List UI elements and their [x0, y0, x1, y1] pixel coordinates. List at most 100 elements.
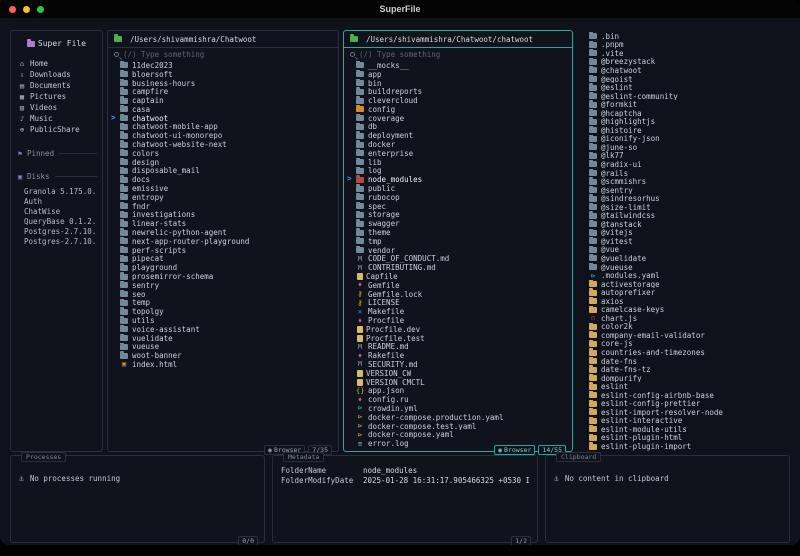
file-row[interactable]: > coverage	[344, 113, 572, 123]
file-row[interactable]: > ⚷ LICENSE	[344, 299, 572, 308]
disk-item[interactable]: Granola 5.175.0...	[16, 187, 97, 197]
file-row[interactable]: > eslint-config-prettier	[577, 399, 790, 408]
file-row[interactable]: > @vue	[577, 245, 790, 254]
file-row[interactable]: > × Makefile	[344, 307, 572, 316]
disk-item[interactable]: Postgres-2.7.10...	[16, 227, 97, 237]
file-row[interactable]: > perf-scripts	[108, 245, 338, 255]
file-row[interactable]: > chatwoot-website-next	[108, 140, 338, 149]
file-row[interactable]: > ⊳ docker-compose.test.yaml	[344, 422, 572, 431]
file-row[interactable]: > rubocop	[344, 192, 572, 202]
file-row[interactable]: > company-email-validator	[577, 331, 790, 340]
file-row[interactable]: > enterprise	[344, 148, 572, 158]
file-row[interactable]: > M README.md	[344, 343, 572, 352]
file-row[interactable]: > node_modules	[344, 175, 572, 184]
file-row[interactable]: > bloersoft	[108, 69, 338, 79]
file-row[interactable]: > ⚷ Gemfile.lock	[344, 290, 572, 299]
file-row[interactable]: > docker	[344, 140, 572, 149]
file-row[interactable]: > .vite	[577, 49, 790, 58]
file-row[interactable]: > spec	[344, 201, 572, 211]
disk-item[interactable]: Postgres-2.7.10...	[16, 237, 97, 247]
file-row[interactable]: > chatwoot-mobile-app	[108, 122, 338, 131]
file-row[interactable]: > tmp	[344, 236, 572, 246]
file-row[interactable]: > swagger	[344, 219, 572, 228]
file-row[interactable]: > axios	[577, 296, 790, 306]
sidebar-item-pictures[interactable]: ▦ Pictures	[16, 91, 97, 102]
file-row[interactable]: > campfire	[108, 87, 338, 96]
file-row[interactable]: > prosemirror-schema	[108, 272, 338, 281]
file-row[interactable]: > newrelic-python-agent	[108, 228, 338, 237]
sidebar-item-home[interactable]: ⌂ Home	[16, 58, 97, 69]
file-row[interactable]: > autoprefixer	[577, 288, 790, 297]
file-row[interactable]: > @tailwindcss	[577, 211, 790, 220]
sidebar-item-publicshare[interactable]: ⊕ PublicShare	[16, 124, 97, 135]
file-row[interactable]: > M CODE_OF_CONDUCT.md	[344, 255, 572, 264]
file-row[interactable]: > M CONTRIBUTING.md	[344, 263, 572, 272]
file-row[interactable]: > @sindresorhus	[577, 194, 790, 203]
file-row[interactable]: > colors	[108, 148, 338, 158]
file-row[interactable]: > ♦ config.ru	[344, 395, 572, 404]
search-bar[interactable]: (/) Type something	[108, 48, 338, 61]
file-row[interactable]: > fndr	[108, 201, 338, 211]
sidebar-item-videos[interactable]: ▥ Videos	[16, 102, 97, 113]
file-row[interactable]: > docs	[108, 175, 338, 184]
file-row[interactable]: > @vuelidate	[577, 254, 790, 263]
file-row[interactable]: > date-fns-tz	[577, 365, 790, 374]
file-row[interactable]: > ♦ Gemfile	[344, 281, 572, 290]
file-row[interactable]: > app	[344, 69, 572, 79]
file-row[interactable]: > seo	[108, 289, 338, 299]
file-row[interactable]: > chatwoot-ui-monorepo	[108, 131, 338, 140]
sidebar-item-downloads[interactable]: ⇩ Downloads	[16, 69, 97, 80]
file-row[interactable]: > @formkit	[577, 100, 790, 109]
file-row[interactable]: > chatwoot	[108, 113, 338, 123]
file-row[interactable]: > VERSION_CW	[344, 369, 572, 378]
file-row[interactable]: > @breezystack	[577, 57, 790, 66]
file-row[interactable]: > log	[344, 166, 572, 175]
file-row[interactable]: > investigations	[108, 210, 338, 219]
file-row[interactable]: > dompurify	[577, 373, 790, 382]
disk-item[interactable]: QueryBase 0.1.2...	[16, 217, 97, 227]
file-row[interactable]: > temp	[108, 298, 338, 307]
file-row[interactable]: > eslint-config-airbnb-base	[577, 390, 790, 400]
file-row[interactable]: > ⊳ .modules.yaml	[577, 271, 790, 280]
file-row[interactable]: > @chatwoot	[577, 66, 790, 75]
file-row[interactable]: > Procfile.test	[344, 334, 572, 343]
file-row[interactable]: > emissive	[108, 184, 338, 193]
file-row[interactable]: > @vueuse	[577, 262, 790, 271]
file-row[interactable]: > entropy	[108, 192, 338, 202]
file-row[interactable]: > @eslint-community	[577, 91, 790, 100]
file-row[interactable]: > casa	[108, 104, 338, 114]
file-row[interactable]: > countries-and-timezones	[577, 348, 790, 357]
file-row[interactable]: > {} app.json	[344, 386, 572, 395]
file-row[interactable]: > ♦ Procfile	[344, 316, 572, 325]
file-row[interactable]: > config	[344, 104, 572, 114]
file-row[interactable]: > activestorage	[577, 279, 790, 288]
file-row[interactable]: > sentry	[108, 280, 338, 290]
file-row[interactable]: > @vitejs	[577, 228, 790, 237]
file-row[interactable]: > captain	[108, 96, 338, 105]
file-row[interactable]: > .pnpm	[577, 40, 790, 49]
file-row[interactable]: > eslint-plugin-import	[577, 442, 790, 451]
file-row[interactable]: > n chart.js	[577, 314, 790, 323]
file-row[interactable]: > eslint	[577, 382, 790, 391]
file-row[interactable]: > buildreports	[344, 87, 572, 96]
file-row[interactable]: > lib	[344, 157, 572, 167]
file-row[interactable]: > public	[344, 184, 572, 193]
file-row[interactable]: > clevercloud	[344, 96, 572, 105]
file-row[interactable]: > ⊳ crowdin.yml	[344, 404, 572, 413]
file-row[interactable]: > db	[344, 122, 572, 131]
file-row[interactable]: > vendor	[344, 245, 572, 255]
file-row[interactable]: > eslint-module-utils	[577, 425, 790, 434]
file-row[interactable]: > @size-limit	[577, 202, 790, 211]
search-bar[interactable]: (/) Type something	[344, 48, 572, 61]
file-row[interactable]: > vueuse	[108, 342, 338, 351]
file-row[interactable]: > design	[108, 157, 338, 167]
file-row[interactable]: > theme	[344, 228, 572, 237]
file-row[interactable]: > M SECURITY.md	[344, 360, 572, 369]
file-row[interactable]: > color2k	[577, 322, 790, 331]
file-row[interactable]: > disposable_mail	[108, 166, 338, 175]
disk-item[interactable]: Auth	[16, 197, 97, 207]
file-row[interactable]: > @tanstack	[577, 220, 790, 229]
file-row[interactable]: > core-js	[577, 339, 790, 348]
file-row[interactable]: > date-fns	[577, 356, 790, 365]
file-row[interactable]: > ♦ Rakefile	[344, 351, 572, 360]
